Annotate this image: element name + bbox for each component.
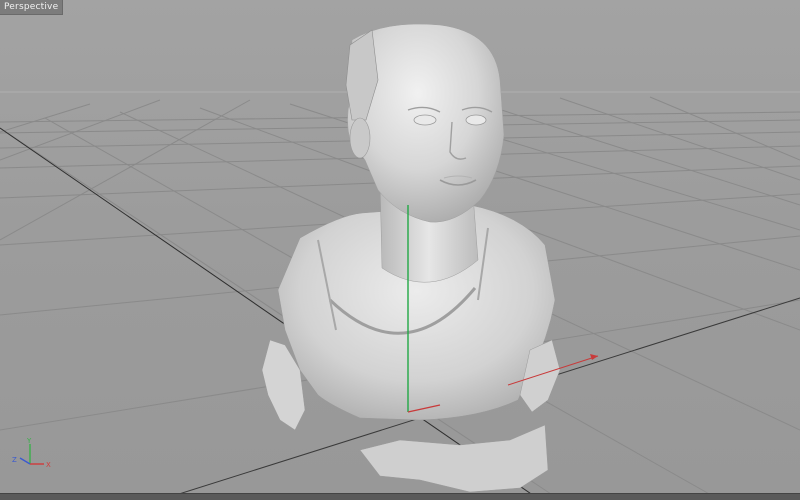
- bust-lower-fragment: [359, 424, 549, 493]
- gizmo-x-label: X: [46, 461, 51, 469]
- viewport-scene[interactable]: [0, 0, 800, 500]
- gizmo-z-label: Z: [12, 456, 17, 464]
- bust-ear: [349, 117, 371, 159]
- perspective-viewport[interactable]: Y X Z Perspective: [0, 0, 800, 500]
- viewport-label[interactable]: Perspective: [0, 0, 64, 15]
- gizmo-z-axis: [19, 457, 31, 465]
- gizmo-y-label: Y: [26, 437, 32, 445]
- viewport-bottom-edge: [0, 493, 800, 500]
- scanned-bust-model[interactable]: [261, 23, 561, 493]
- axis-gizmo: Y X Z: [12, 437, 51, 469]
